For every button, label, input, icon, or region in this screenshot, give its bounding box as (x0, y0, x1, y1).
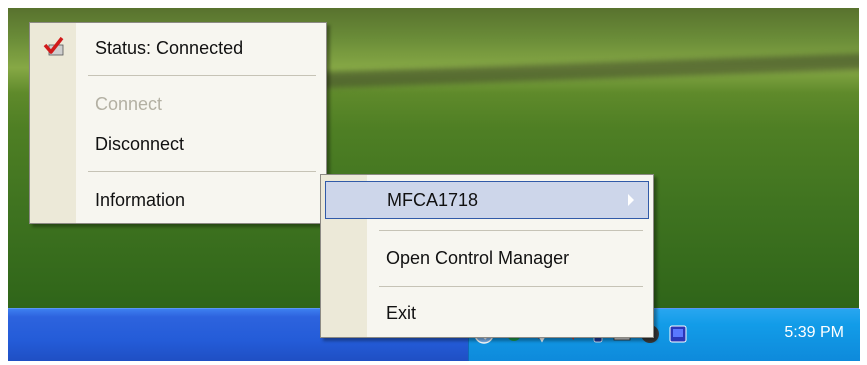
submenu-item-device[interactable]: MFCA1718 (325, 181, 649, 219)
status-label: Status: Connected (95, 37, 244, 58)
connect-label: Connect (95, 93, 163, 114)
disconnect-label: Disconnect (95, 133, 185, 154)
menu-separator (88, 171, 316, 172)
submenu-arrow-icon (628, 194, 634, 206)
menu-separator (88, 75, 316, 76)
menu-separator (379, 286, 643, 287)
submenu-item-exit[interactable]: Exit (321, 295, 653, 331)
exit-label: Exit (386, 302, 417, 323)
open-control-manager-label: Open Control Manager (386, 247, 570, 268)
tray-context-menu: Status: Connected Connect Disconnect Inf… (29, 22, 327, 224)
menu-item-status[interactable]: Status: Connected (30, 30, 326, 66)
status-check-icon (42, 35, 68, 66)
menu-item-disconnect[interactable]: Disconnect (30, 126, 326, 162)
menu-item-connect[interactable]: Connect (30, 86, 326, 122)
clock[interactable]: 5:39 PM (784, 324, 844, 342)
menu-item-information[interactable]: Information (30, 182, 326, 218)
wallpaper-ridge (307, 53, 859, 89)
app-icon[interactable] (667, 323, 689, 345)
information-submenu: MFCA1718 Open Control Manager Exit (320, 174, 654, 338)
submenu-item-open-control-manager[interactable]: Open Control Manager (321, 240, 653, 276)
menu-separator (379, 230, 643, 231)
information-label: Information (95, 189, 186, 210)
device-label: MFCA1718 (387, 189, 479, 210)
